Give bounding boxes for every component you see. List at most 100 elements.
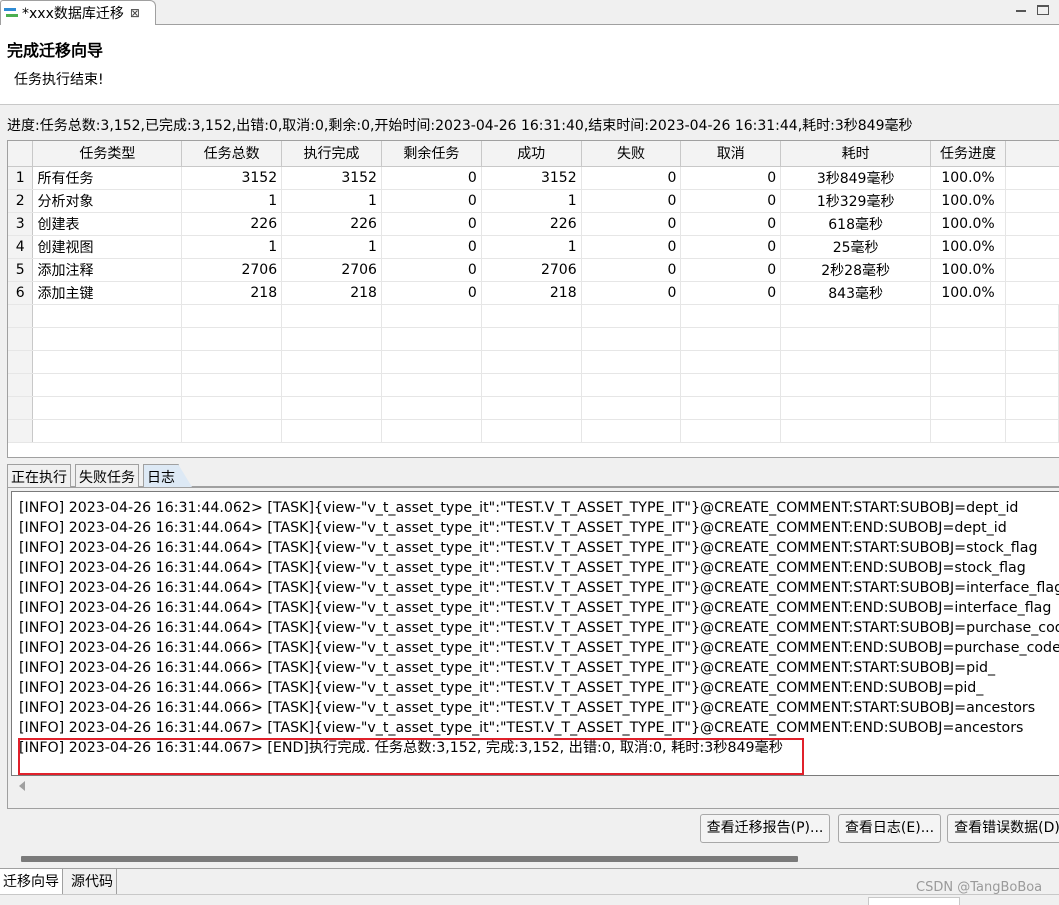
cell-total: 218 bbox=[181, 281, 283, 305]
log-line: [INFO] 2023-04-26 16:31:44.066> [TASK]{v… bbox=[19, 680, 984, 696]
log-line: [INFO] 2023-04-26 16:31:44.066> [TASK]{v… bbox=[19, 660, 996, 676]
col-header-success[interactable]: 成功 bbox=[481, 141, 582, 167]
view-report-button[interactable]: 查看迁移报告(P)... bbox=[700, 814, 830, 843]
empty-cell bbox=[680, 350, 782, 374]
migration-icon bbox=[3, 6, 19, 20]
cell-filler bbox=[1005, 189, 1059, 213]
scrollbar-thumb[interactable] bbox=[21, 856, 798, 862]
col-header-remain[interactable]: 剩余任务 bbox=[381, 141, 482, 167]
cell-progress: 100.0% bbox=[930, 281, 1007, 305]
empty-cell bbox=[481, 350, 582, 374]
empty-cell bbox=[181, 396, 283, 420]
cell-success: 2706 bbox=[481, 258, 582, 282]
status-segment bbox=[868, 897, 960, 905]
view-log-button[interactable]: 查看日志(E)... bbox=[838, 814, 941, 843]
empty-row bbox=[8, 396, 1059, 420]
table-row[interactable]: 5 添加注释 2706 2706 0 2706 0 0 2秒28毫秒 100.0% bbox=[8, 258, 1059, 282]
log-output[interactable]: [INFO] 2023-04-26 16:31:44.062> [TASK]{v… bbox=[11, 491, 1059, 776]
col-header-progress[interactable]: 任务进度 bbox=[930, 141, 1007, 167]
col-header-cancel[interactable]: 取消 bbox=[680, 141, 782, 167]
page-title: 完成迁移向导 bbox=[7, 41, 104, 60]
empty-cell bbox=[680, 327, 782, 351]
empty-cell bbox=[780, 396, 932, 420]
cell-fail: 0 bbox=[581, 212, 682, 236]
empty-cell bbox=[481, 304, 582, 328]
cell-type: 添加注释 bbox=[32, 258, 183, 282]
empty-cell bbox=[181, 304, 283, 328]
empty-cell bbox=[1005, 350, 1059, 374]
col-header-type[interactable]: 任务类型 bbox=[32, 141, 183, 167]
cell-remain: 0 bbox=[381, 212, 482, 236]
cell-remain: 0 bbox=[381, 281, 482, 305]
empty-cell bbox=[381, 327, 482, 351]
empty-cell bbox=[8, 419, 34, 443]
tab-failed[interactable]: 失败任务 bbox=[75, 464, 139, 487]
close-icon[interactable]: ⊠ bbox=[130, 6, 140, 20]
empty-cell bbox=[281, 419, 382, 443]
empty-cell bbox=[32, 327, 183, 351]
empty-cell bbox=[8, 396, 34, 420]
cell-time: 1秒329毫秒 bbox=[780, 189, 932, 213]
col-header-filler bbox=[1005, 141, 1059, 167]
minimize-icon[interactable] bbox=[1014, 4, 1028, 16]
tab-log[interactable]: 日志 bbox=[143, 464, 192, 487]
maximize-icon[interactable] bbox=[1037, 5, 1049, 15]
table-row[interactable]: 2 分析对象 1 1 0 1 0 0 1秒329毫秒 100.0% bbox=[8, 189, 1059, 213]
empty-cell bbox=[930, 327, 1007, 351]
editor-tab-migration[interactable]: *xxx数据库迁移 ⊠ bbox=[0, 0, 156, 25]
tab-running[interactable]: 正在执行 bbox=[7, 464, 71, 487]
cell-progress: 100.0% bbox=[930, 189, 1007, 213]
empty-cell bbox=[1005, 304, 1059, 328]
scroll-left-icon[interactable] bbox=[19, 781, 25, 791]
empty-cell bbox=[1005, 419, 1059, 443]
cell-done: 1 bbox=[281, 189, 382, 213]
row-number: 3 bbox=[8, 212, 34, 236]
empty-cell bbox=[581, 396, 682, 420]
empty-cell bbox=[8, 350, 34, 374]
cell-cancel: 0 bbox=[680, 166, 782, 190]
row-number: 6 bbox=[8, 281, 34, 305]
table-row[interactable]: 6 添加主键 218 218 0 218 0 0 843毫秒 100.0% bbox=[8, 281, 1059, 305]
editor-bottom-tabs: 迁移向导 源代码 bbox=[0, 868, 1059, 895]
page-horizontal-scrollbar[interactable] bbox=[0, 850, 1059, 868]
cell-type: 添加主键 bbox=[32, 281, 183, 305]
log-line: [INFO] 2023-04-26 16:31:44.066> [TASK]{v… bbox=[19, 640, 1059, 656]
empty-cell bbox=[930, 373, 1007, 397]
empty-cell bbox=[32, 373, 183, 397]
empty-cell bbox=[680, 373, 782, 397]
empty-cell bbox=[481, 327, 582, 351]
cell-cancel: 0 bbox=[680, 212, 782, 236]
empty-row bbox=[8, 350, 1059, 374]
log-horizontal-scrollbar[interactable] bbox=[11, 776, 1059, 796]
log-tabbar: 正在执行 失败任务 日志 bbox=[7, 463, 1059, 487]
row-number: 5 bbox=[8, 258, 34, 282]
table-row[interactable]: 1 所有任务 3152 3152 0 3152 0 0 3秒849毫秒 100.0% bbox=[8, 166, 1059, 190]
empty-cell bbox=[281, 327, 382, 351]
empty-cell bbox=[481, 396, 582, 420]
cell-time: 25毫秒 bbox=[780, 235, 932, 259]
empty-cell bbox=[780, 373, 932, 397]
table-row[interactable]: 4 创建视图 1 1 0 1 0 0 25毫秒 100.0% bbox=[8, 235, 1059, 259]
empty-cell bbox=[780, 327, 932, 351]
empty-cell bbox=[181, 419, 283, 443]
view-error-data-button[interactable]: 查看错误数据(D) bbox=[947, 814, 1059, 843]
col-header-done[interactable]: 执行完成 bbox=[281, 141, 382, 167]
log-line: [INFO] 2023-04-26 16:31:44.067> [TASK]{v… bbox=[19, 720, 1024, 736]
col-header-fail[interactable]: 失败 bbox=[581, 141, 682, 167]
col-header-time[interactable]: 耗时 bbox=[780, 141, 932, 167]
cell-cancel: 0 bbox=[680, 258, 782, 282]
tab-migration-wizard[interactable]: 迁移向导 bbox=[0, 869, 63, 895]
empty-cell bbox=[8, 373, 34, 397]
empty-row bbox=[8, 304, 1059, 328]
log-line: [INFO] 2023-04-26 16:31:44.064> [TASK]{v… bbox=[19, 580, 1059, 596]
col-header-total[interactable]: 任务总数 bbox=[181, 141, 283, 167]
cell-total: 2706 bbox=[181, 258, 283, 282]
empty-cell bbox=[581, 373, 682, 397]
empty-cell bbox=[1005, 373, 1059, 397]
cell-success: 1 bbox=[481, 189, 582, 213]
cell-type: 创建表 bbox=[32, 212, 183, 236]
table-row[interactable]: 3 创建表 226 226 0 226 0 0 618毫秒 100.0% bbox=[8, 212, 1059, 236]
cell-remain: 0 bbox=[381, 166, 482, 190]
cell-progress: 100.0% bbox=[930, 212, 1007, 236]
tab-source-code[interactable]: 源代码 bbox=[68, 869, 117, 895]
